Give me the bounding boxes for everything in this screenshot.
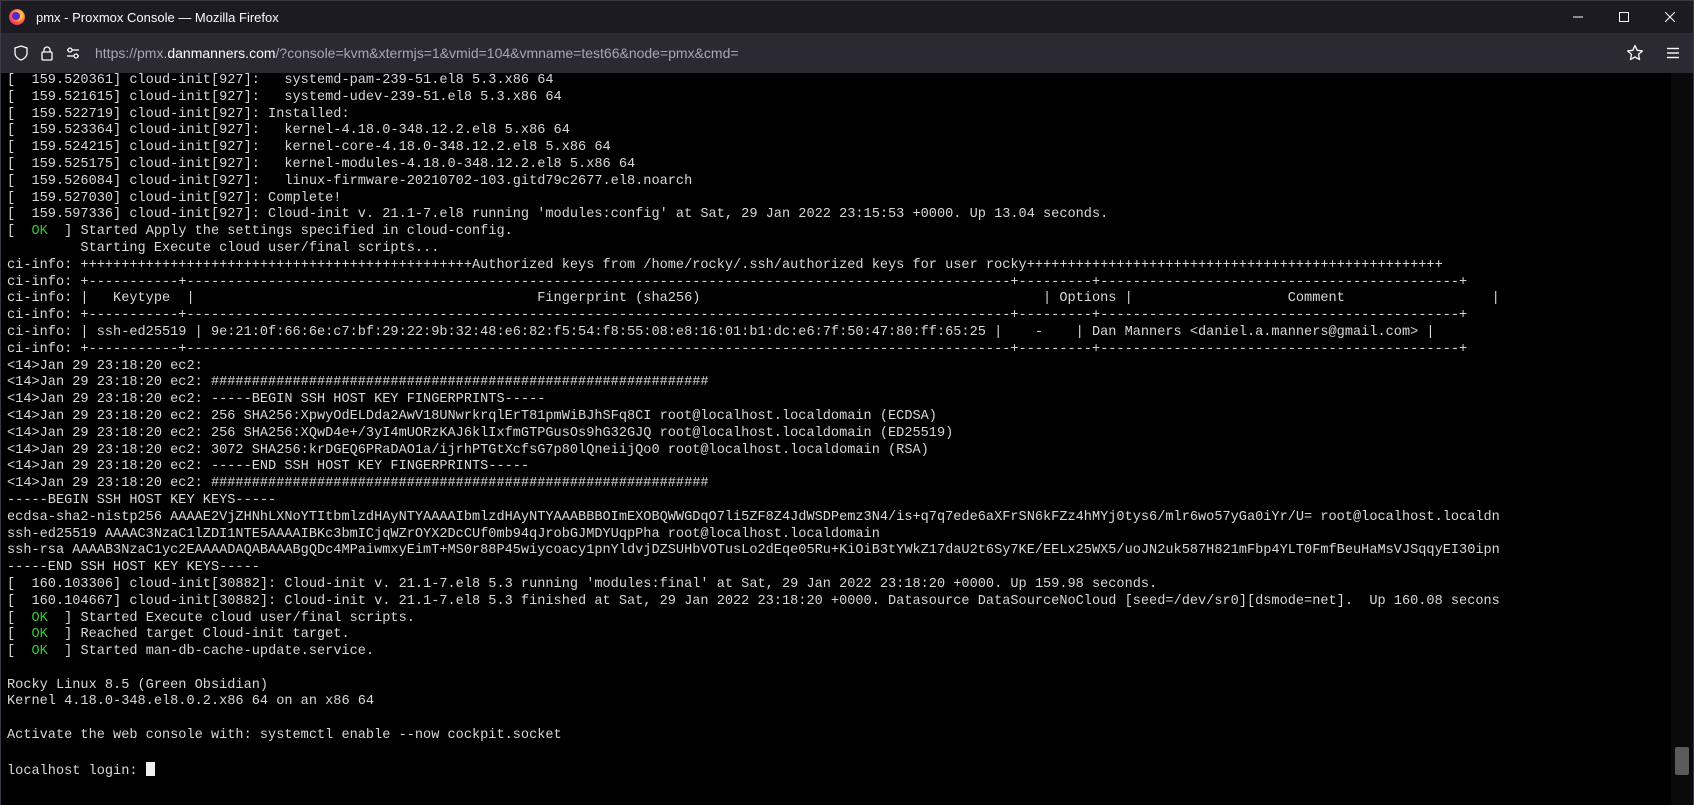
terminal-line: <14>Jan 29 23:18:20 ec2: 256 SHA256:Xpwy… bbox=[7, 408, 937, 424]
terminal-console[interactable]: [ 159.520361] cloud-init[927]: systemd-p… bbox=[1, 73, 1673, 805]
title-bar: pmx - Proxmox Console — Mozilla Firefox bbox=[1, 1, 1693, 33]
minimize-button[interactable] bbox=[1555, 1, 1601, 33]
terminal-line: ssh-rsa AAAAB3NzaC1yc2EAAAADAQABAAABgQDc… bbox=[7, 543, 1500, 559]
terminal-line: [ 159.523364] cloud-init[927]: kernel-4.… bbox=[7, 123, 570, 139]
permissions-icon[interactable] bbox=[61, 41, 85, 65]
close-icon bbox=[1665, 12, 1675, 22]
terminal-line: Kernel 4.18.0-348.el8.0.2.x86 64 on an x… bbox=[7, 694, 375, 710]
shield-icon[interactable] bbox=[9, 41, 33, 65]
url-domain: danmanners.com bbox=[167, 45, 276, 61]
terminal-line: -----END SSH HOST KEY KEYS----- bbox=[7, 560, 260, 576]
terminal-line: ci-info: +-----------+------------------… bbox=[7, 274, 1468, 290]
terminal-line: ci-info: | ssh-ed25519 | 9e:21:0f:66:6e:… bbox=[7, 324, 1435, 340]
terminal-line: [ 159.521615] cloud-init[927]: systemd-u… bbox=[7, 89, 562, 105]
terminal-line: ssh-ed25519 AAAAC3NzaC1lZDI1NTE5AAAAIBKc… bbox=[7, 526, 880, 542]
terminal-line: Rocky Linux 8.5 (Green Obsidian) bbox=[7, 677, 269, 693]
terminal-line: [ OK ] Started Execute cloud user/final … bbox=[7, 610, 415, 626]
ok-status: OK bbox=[31, 224, 48, 240]
terminal-line: Activate the web console with: systemctl… bbox=[7, 728, 562, 744]
terminal-line: [ 159.527030] cloud-init[927]: Complete! bbox=[7, 190, 342, 206]
terminal-line: [ 159.597336] cloud-init[927]: Cloud-ini… bbox=[7, 207, 1109, 223]
window-controls bbox=[1555, 1, 1693, 33]
terminal-line: [ 159.526084] cloud-init[927]: linux-fir… bbox=[7, 173, 693, 189]
terminal-line: ci-info: +++++++++++++++++++++++++++++++… bbox=[7, 257, 1443, 273]
nav-actions bbox=[1623, 41, 1685, 65]
terminal-line: <14>Jan 29 23:18:20 ec2: ###############… bbox=[7, 476, 709, 492]
terminal-line: [ OK ] Started man-db-cache-update.servi… bbox=[7, 644, 375, 660]
terminal-line: [ OK ] Reached target Cloud-init target. bbox=[7, 627, 350, 643]
terminal-output: [ 159.520361] cloud-init[927]: systemd-p… bbox=[7, 73, 1500, 779]
terminal-line: <14>Jan 29 23:18:20 ec2: 3072 SHA256:krD… bbox=[7, 442, 929, 458]
ok-status: OK bbox=[31, 627, 48, 643]
bookmark-star-icon[interactable] bbox=[1623, 41, 1647, 65]
menu-icon[interactable] bbox=[1661, 41, 1685, 65]
terminal-line: ci-info: +-----------+------------------… bbox=[7, 308, 1468, 324]
browser-window: pmx - Proxmox Console — Mozilla Firefox … bbox=[0, 0, 1694, 805]
maximize-icon bbox=[1619, 12, 1629, 22]
terminal-line: [ 159.524215] cloud-init[927]: kernel-co… bbox=[7, 140, 611, 156]
terminal-line: <14>Jan 29 23:18:20 ec2: -----END SSH HO… bbox=[7, 459, 530, 475]
terminal-scrollbar[interactable] bbox=[1671, 73, 1693, 805]
lock-icon[interactable] bbox=[35, 41, 59, 65]
url-bar[interactable]: https://pmx.danmanners.com/?console=kvm&… bbox=[95, 45, 739, 61]
terminal-line: [ OK ] Started Apply the settings specif… bbox=[7, 224, 513, 240]
close-button[interactable] bbox=[1647, 1, 1693, 33]
terminal-line: -----BEGIN SSH HOST KEY KEYS----- bbox=[7, 492, 277, 508]
firefox-icon bbox=[9, 9, 25, 25]
terminal-line: ci-info: | Keytype | Fingerprint (sha256… bbox=[7, 291, 1500, 307]
terminal-line: [ 159.525175] cloud-init[927]: kernel-mo… bbox=[7, 156, 636, 172]
terminal-line: [ 159.520361] cloud-init[927]: systemd-p… bbox=[7, 73, 554, 88]
terminal-line: <14>Jan 29 23:18:20 ec2: ###############… bbox=[7, 375, 709, 391]
terminal-line: [ 159.522719] cloud-init[927]: Installed… bbox=[7, 106, 350, 122]
terminal-line: localhost login: bbox=[7, 761, 1500, 779]
terminal-line: <14>Jan 29 23:18:20 ec2: 256 SHA256:XQwD… bbox=[7, 425, 954, 441]
terminal-cursor bbox=[145, 761, 155, 776]
terminal-line: <14>Jan 29 23:18:20 ec2: bbox=[7, 358, 203, 374]
terminal-line: ecdsa-sha2-nistp256 AAAAE2VjZHNhLXNoYTIt… bbox=[7, 509, 1500, 525]
url-path: /?console=kvm&xtermjs=1&vmid=104&vmname=… bbox=[275, 45, 739, 61]
terminal-line: Starting Execute cloud user/final script… bbox=[7, 240, 440, 256]
ok-status: OK bbox=[31, 644, 48, 660]
scrollbar-thumb[interactable] bbox=[1675, 747, 1689, 775]
window-title: pmx - Proxmox Console — Mozilla Firefox bbox=[36, 9, 279, 25]
terminal-line: <14>Jan 29 23:18:20 ec2: -----BEGIN SSH … bbox=[7, 392, 546, 408]
maximize-button[interactable] bbox=[1601, 1, 1647, 33]
ok-status: OK bbox=[31, 610, 48, 626]
terminal-line: [ 160.104667] cloud-init[30882]: Cloud-i… bbox=[7, 593, 1500, 609]
url-prefix: https://pmx. bbox=[95, 45, 168, 61]
nav-bar: https://pmx.danmanners.com/?console=kvm&… bbox=[1, 33, 1693, 73]
terminal-line: ci-info: +-----------+------------------… bbox=[7, 341, 1468, 357]
terminal-line: [ 160.103306] cloud-init[30882]: Cloud-i… bbox=[7, 576, 1158, 592]
minimize-icon bbox=[1573, 16, 1583, 18]
